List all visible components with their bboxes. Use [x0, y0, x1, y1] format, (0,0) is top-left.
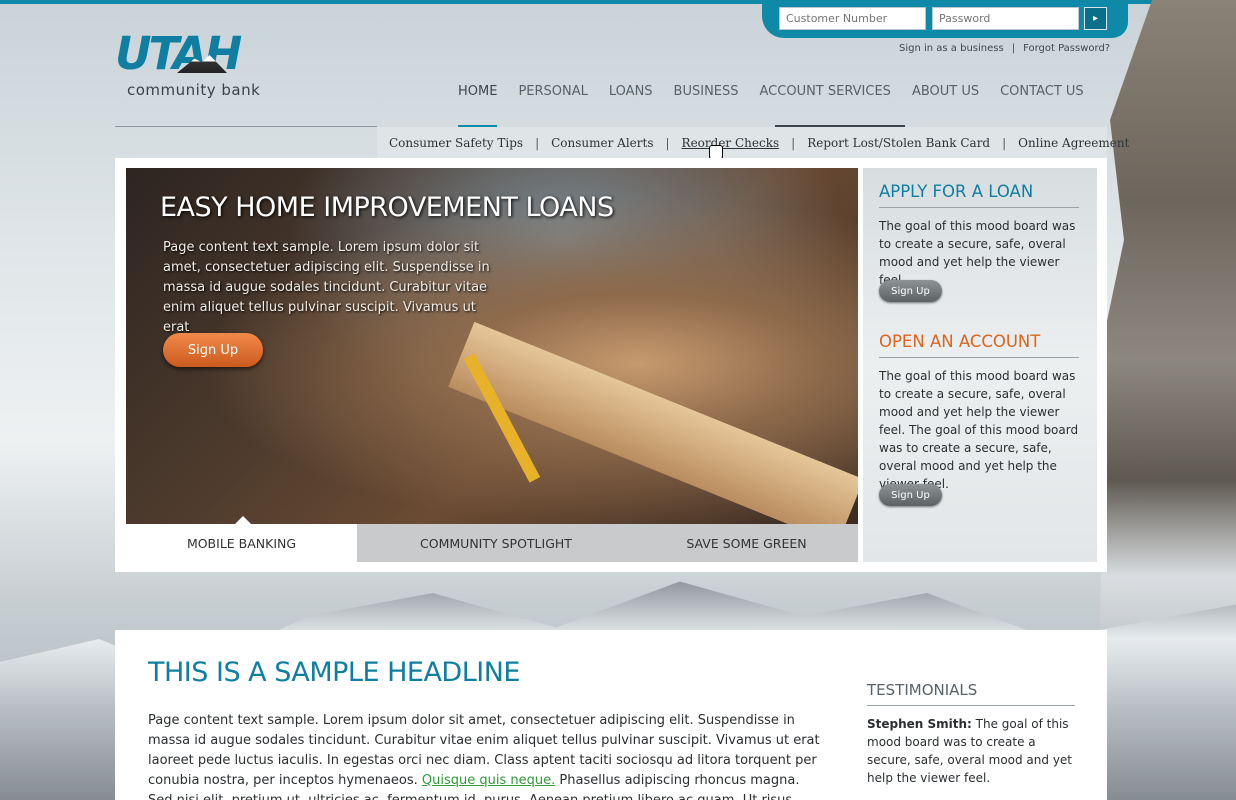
forgot-password-link[interactable]: Forgot Password? — [1023, 43, 1110, 54]
subnav-reorder-checks[interactable]: Reorder Checks — [682, 136, 780, 150]
open-account-text: The goal of this mood board was to creat… — [879, 369, 1079, 491]
main-nav: HOME PERSONAL LOANS BUSINESS ACCOUNT SER… — [458, 84, 1084, 99]
nav-contact-us[interactable]: CONTACT US — [1000, 84, 1084, 99]
active-tab-pointer — [235, 516, 251, 524]
loan-signup-button[interactable]: Sign Up — [879, 280, 942, 302]
logo-subtitle: community bank — [127, 81, 261, 99]
heading-divider — [879, 207, 1079, 208]
testimonial-quote: Stephen Smith: The goal of this mood boa… — [867, 715, 1072, 787]
subnav-separator: | — [1002, 135, 1007, 150]
hero-title: EASY HOME IMPROVEMENT LOANS — [160, 192, 614, 223]
bank-logo[interactable]: UTAH community bank — [115, 27, 280, 103]
password-input[interactable] — [932, 7, 1079, 30]
tab-community-spotlight[interactable]: COMMUNITY SPOTLIGHT — [357, 524, 635, 562]
body-paragraph: Page content text sample. Lorem ipsum do… — [148, 711, 828, 800]
header-divider — [115, 126, 377, 127]
page-headline: THIS IS A SAMPLE HEADLINE — [148, 657, 520, 688]
subnav-consumer-safety-tips[interactable]: Consumer Safety Tips — [389, 136, 523, 150]
nav-account-services[interactable]: ACCOUNT SERVICES — [760, 84, 891, 99]
subnav-consumer-alerts[interactable]: Consumer Alerts — [551, 136, 653, 150]
tab-save-some-green[interactable]: SAVE SOME GREEN — [635, 524, 858, 562]
account-signup-button[interactable]: Sign Up — [879, 484, 942, 506]
open-account-heading: OPEN AN ACCOUNT — [879, 332, 1041, 351]
testimonials-divider — [867, 705, 1075, 706]
nav-about-us[interactable]: ABOUT US — [912, 84, 979, 99]
login-links: Sign in as a business | Forgot Password? — [899, 43, 1110, 54]
apply-loan-heading: APPLY FOR A LOAN — [879, 182, 1034, 201]
hero-signup-button[interactable]: Sign Up — [163, 333, 263, 367]
nav-loans[interactable]: LOANS — [609, 84, 653, 99]
nav-home[interactable]: HOME — [458, 84, 497, 99]
tab-mobile-banking[interactable]: MOBILE BANKING — [126, 524, 357, 562]
login-submit-button[interactable]: ▸ — [1084, 7, 1107, 30]
subnav-separator: | — [535, 135, 540, 150]
apply-loan-text: The goal of this mood board was to creat… — [879, 219, 1076, 287]
body-inline-link[interactable]: Quisque quis neque. — [422, 773, 555, 788]
hero-text: Page content text sample. Lorem ipsum do… — [163, 240, 490, 335]
nav-personal[interactable]: PERSONAL — [518, 84, 587, 99]
feature-tabs: MOBILE BANKING COMMUNITY SPOTLIGHT SAVE … — [126, 524, 858, 562]
subnav-online-agreement[interactable]: Online Agreement — [1018, 136, 1129, 150]
testimonial-author: Stephen Smith: — [867, 717, 972, 731]
arrow-right-icon: ▸ — [1092, 13, 1099, 24]
subnav-report-lost-card[interactable]: Report Lost/Stolen Bank Card — [807, 136, 990, 150]
heading-divider — [879, 357, 1079, 358]
account-services-subnav: Consumer Safety Tips | Consumer Alerts |… — [377, 127, 1129, 158]
testimonials-heading: TESTIMONIALS — [867, 681, 978, 699]
subnav-separator: | — [665, 135, 670, 150]
business-signin-link[interactable]: Sign in as a business — [899, 43, 1004, 54]
customer-number-input[interactable] — [779, 7, 926, 30]
nav-business[interactable]: BUSINESS — [674, 84, 739, 99]
login-separator: | — [1011, 43, 1016, 54]
subnav-separator: | — [791, 135, 796, 150]
